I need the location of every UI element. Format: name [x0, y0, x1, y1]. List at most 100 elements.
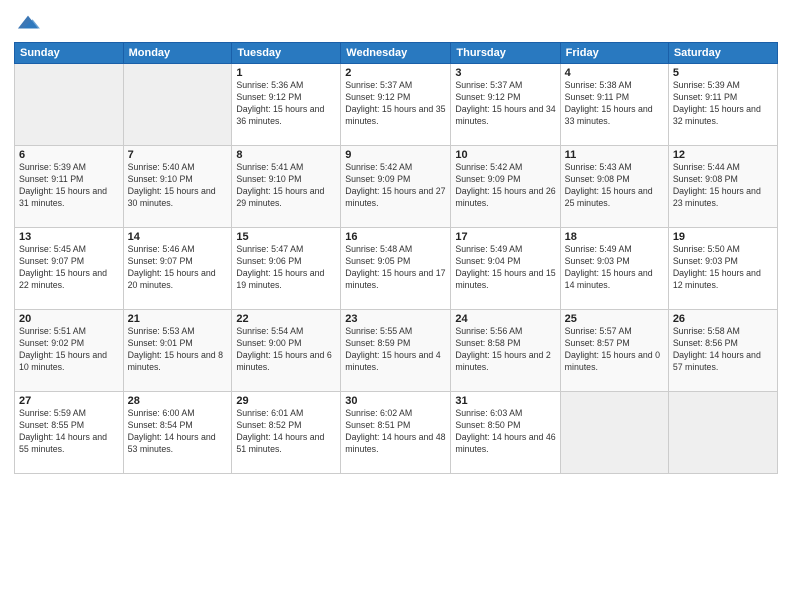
- day-detail: Sunrise: 5:51 AMSunset: 9:02 PMDaylight:…: [19, 326, 119, 374]
- calendar-day-cell: 15Sunrise: 5:47 AMSunset: 9:06 PMDayligh…: [232, 228, 341, 310]
- day-detail: Sunrise: 5:57 AMSunset: 8:57 PMDaylight:…: [565, 326, 664, 374]
- calendar-day-cell: [123, 64, 232, 146]
- calendar-day-cell: 2Sunrise: 5:37 AMSunset: 9:12 PMDaylight…: [341, 64, 451, 146]
- day-detail: Sunrise: 5:36 AMSunset: 9:12 PMDaylight:…: [236, 80, 336, 128]
- day-detail: Sunrise: 5:59 AMSunset: 8:55 PMDaylight:…: [19, 408, 119, 456]
- logo-icon: [14, 12, 42, 34]
- calendar-day-cell: 12Sunrise: 5:44 AMSunset: 9:08 PMDayligh…: [668, 146, 777, 228]
- calendar-table: SundayMondayTuesdayWednesdayThursdayFrid…: [14, 42, 778, 474]
- day-detail: Sunrise: 5:37 AMSunset: 9:12 PMDaylight:…: [455, 80, 555, 128]
- calendar-day-cell: 1Sunrise: 5:36 AMSunset: 9:12 PMDaylight…: [232, 64, 341, 146]
- day-detail: Sunrise: 5:45 AMSunset: 9:07 PMDaylight:…: [19, 244, 119, 292]
- day-number: 29: [236, 395, 336, 407]
- day-detail: Sunrise: 5:41 AMSunset: 9:10 PMDaylight:…: [236, 162, 336, 210]
- calendar-day-cell: 9Sunrise: 5:42 AMSunset: 9:09 PMDaylight…: [341, 146, 451, 228]
- weekday-header: Tuesday: [232, 43, 341, 64]
- day-number: 1: [236, 67, 336, 79]
- calendar-day-cell: 29Sunrise: 6:01 AMSunset: 8:52 PMDayligh…: [232, 392, 341, 474]
- day-detail: Sunrise: 5:50 AMSunset: 9:03 PMDaylight:…: [673, 244, 773, 292]
- day-detail: Sunrise: 5:38 AMSunset: 9:11 PMDaylight:…: [565, 80, 664, 128]
- calendar-day-cell: 19Sunrise: 5:50 AMSunset: 9:03 PMDayligh…: [668, 228, 777, 310]
- calendar-day-cell: 23Sunrise: 5:55 AMSunset: 8:59 PMDayligh…: [341, 310, 451, 392]
- weekday-header: Wednesday: [341, 43, 451, 64]
- calendar-week-row: 27Sunrise: 5:59 AMSunset: 8:55 PMDayligh…: [15, 392, 778, 474]
- day-number: 31: [455, 395, 555, 407]
- calendar-day-cell: 31Sunrise: 6:03 AMSunset: 8:50 PMDayligh…: [451, 392, 560, 474]
- day-detail: Sunrise: 5:39 AMSunset: 9:11 PMDaylight:…: [673, 80, 773, 128]
- page-header: [14, 12, 778, 34]
- day-number: 26: [673, 313, 773, 325]
- calendar-day-cell: 3Sunrise: 5:37 AMSunset: 9:12 PMDaylight…: [451, 64, 560, 146]
- calendar-day-cell: 11Sunrise: 5:43 AMSunset: 9:08 PMDayligh…: [560, 146, 668, 228]
- day-detail: Sunrise: 5:58 AMSunset: 8:56 PMDaylight:…: [673, 326, 773, 374]
- calendar-day-cell: 16Sunrise: 5:48 AMSunset: 9:05 PMDayligh…: [341, 228, 451, 310]
- calendar-day-cell: 6Sunrise: 5:39 AMSunset: 9:11 PMDaylight…: [15, 146, 124, 228]
- day-detail: Sunrise: 6:03 AMSunset: 8:50 PMDaylight:…: [455, 408, 555, 456]
- calendar-page: SundayMondayTuesdayWednesdayThursdayFrid…: [0, 0, 792, 612]
- calendar-day-cell: 21Sunrise: 5:53 AMSunset: 9:01 PMDayligh…: [123, 310, 232, 392]
- calendar-day-cell: 30Sunrise: 6:02 AMSunset: 8:51 PMDayligh…: [341, 392, 451, 474]
- calendar-week-row: 1Sunrise: 5:36 AMSunset: 9:12 PMDaylight…: [15, 64, 778, 146]
- day-detail: Sunrise: 6:01 AMSunset: 8:52 PMDaylight:…: [236, 408, 336, 456]
- weekday-header: Thursday: [451, 43, 560, 64]
- day-number: 9: [345, 149, 446, 161]
- calendar-day-cell: 25Sunrise: 5:57 AMSunset: 8:57 PMDayligh…: [560, 310, 668, 392]
- calendar-day-cell: 22Sunrise: 5:54 AMSunset: 9:00 PMDayligh…: [232, 310, 341, 392]
- day-number: 11: [565, 149, 664, 161]
- day-detail: Sunrise: 5:43 AMSunset: 9:08 PMDaylight:…: [565, 162, 664, 210]
- day-detail: Sunrise: 5:46 AMSunset: 9:07 PMDaylight:…: [128, 244, 228, 292]
- day-number: 12: [673, 149, 773, 161]
- day-number: 27: [19, 395, 119, 407]
- calendar-day-cell: 14Sunrise: 5:46 AMSunset: 9:07 PMDayligh…: [123, 228, 232, 310]
- day-number: 18: [565, 231, 664, 243]
- day-detail: Sunrise: 5:49 AMSunset: 9:04 PMDaylight:…: [455, 244, 555, 292]
- calendar-day-cell: 5Sunrise: 5:39 AMSunset: 9:11 PMDaylight…: [668, 64, 777, 146]
- day-detail: Sunrise: 5:49 AMSunset: 9:03 PMDaylight:…: [565, 244, 664, 292]
- calendar-day-cell: 17Sunrise: 5:49 AMSunset: 9:04 PMDayligh…: [451, 228, 560, 310]
- logo: [14, 12, 48, 34]
- day-number: 28: [128, 395, 228, 407]
- day-detail: Sunrise: 5:40 AMSunset: 9:10 PMDaylight:…: [128, 162, 228, 210]
- day-number: 20: [19, 313, 119, 325]
- day-number: 6: [19, 149, 119, 161]
- day-number: 22: [236, 313, 336, 325]
- calendar-day-cell: 24Sunrise: 5:56 AMSunset: 8:58 PMDayligh…: [451, 310, 560, 392]
- calendar-day-cell: 10Sunrise: 5:42 AMSunset: 9:09 PMDayligh…: [451, 146, 560, 228]
- calendar-week-row: 20Sunrise: 5:51 AMSunset: 9:02 PMDayligh…: [15, 310, 778, 392]
- day-detail: Sunrise: 5:55 AMSunset: 8:59 PMDaylight:…: [345, 326, 446, 374]
- day-number: 19: [673, 231, 773, 243]
- day-number: 4: [565, 67, 664, 79]
- day-number: 17: [455, 231, 555, 243]
- weekday-header: Sunday: [15, 43, 124, 64]
- calendar-day-cell: 27Sunrise: 5:59 AMSunset: 8:55 PMDayligh…: [15, 392, 124, 474]
- day-number: 21: [128, 313, 228, 325]
- day-number: 24: [455, 313, 555, 325]
- weekday-header: Saturday: [668, 43, 777, 64]
- calendar-day-cell: [560, 392, 668, 474]
- calendar-day-cell: 4Sunrise: 5:38 AMSunset: 9:11 PMDaylight…: [560, 64, 668, 146]
- day-detail: Sunrise: 5:48 AMSunset: 9:05 PMDaylight:…: [345, 244, 446, 292]
- day-detail: Sunrise: 5:39 AMSunset: 9:11 PMDaylight:…: [19, 162, 119, 210]
- day-number: 8: [236, 149, 336, 161]
- day-detail: Sunrise: 5:54 AMSunset: 9:00 PMDaylight:…: [236, 326, 336, 374]
- calendar-day-cell: 18Sunrise: 5:49 AMSunset: 9:03 PMDayligh…: [560, 228, 668, 310]
- day-number: 30: [345, 395, 446, 407]
- day-number: 13: [19, 231, 119, 243]
- day-number: 23: [345, 313, 446, 325]
- day-detail: Sunrise: 5:53 AMSunset: 9:01 PMDaylight:…: [128, 326, 228, 374]
- day-number: 7: [128, 149, 228, 161]
- calendar-day-cell: 13Sunrise: 5:45 AMSunset: 9:07 PMDayligh…: [15, 228, 124, 310]
- calendar-header-row: SundayMondayTuesdayWednesdayThursdayFrid…: [15, 43, 778, 64]
- calendar-week-row: 13Sunrise: 5:45 AMSunset: 9:07 PMDayligh…: [15, 228, 778, 310]
- day-number: 15: [236, 231, 336, 243]
- day-detail: Sunrise: 6:02 AMSunset: 8:51 PMDaylight:…: [345, 408, 446, 456]
- calendar-day-cell: 7Sunrise: 5:40 AMSunset: 9:10 PMDaylight…: [123, 146, 232, 228]
- day-detail: Sunrise: 5:56 AMSunset: 8:58 PMDaylight:…: [455, 326, 555, 374]
- day-number: 5: [673, 67, 773, 79]
- calendar-day-cell: 26Sunrise: 5:58 AMSunset: 8:56 PMDayligh…: [668, 310, 777, 392]
- day-detail: Sunrise: 5:47 AMSunset: 9:06 PMDaylight:…: [236, 244, 336, 292]
- calendar-day-cell: 8Sunrise: 5:41 AMSunset: 9:10 PMDaylight…: [232, 146, 341, 228]
- day-detail: Sunrise: 5:44 AMSunset: 9:08 PMDaylight:…: [673, 162, 773, 210]
- day-number: 25: [565, 313, 664, 325]
- day-detail: Sunrise: 5:37 AMSunset: 9:12 PMDaylight:…: [345, 80, 446, 128]
